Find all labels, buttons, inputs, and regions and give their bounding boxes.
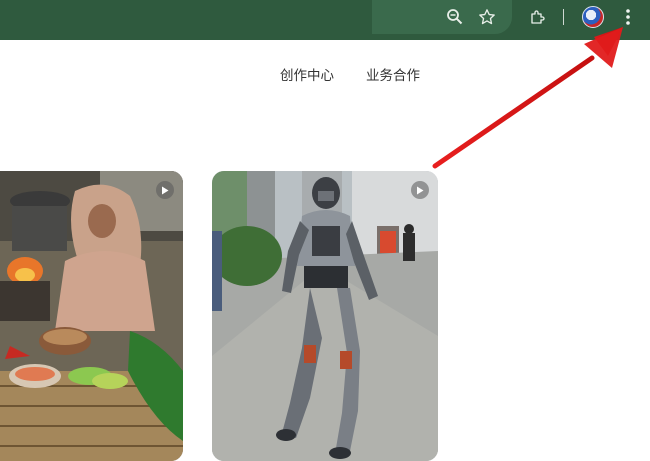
puzzle-icon[interactable] bbox=[527, 6, 549, 28]
video-card-cooking[interactable] bbox=[0, 171, 183, 461]
nav-link-business-cooperation[interactable]: 业务合作 bbox=[366, 64, 420, 84]
vertical-dots-icon[interactable] bbox=[617, 6, 639, 28]
zoom-icon[interactable] bbox=[444, 6, 466, 28]
toolbar-divider bbox=[563, 9, 564, 25]
play-icon bbox=[411, 181, 429, 199]
nav-link-creation-center[interactable]: 创作中心 bbox=[280, 64, 334, 84]
video-thumbnail-robot bbox=[212, 171, 438, 461]
video-card-robot[interactable] bbox=[212, 171, 438, 461]
play-icon bbox=[156, 181, 174, 199]
profile-avatar[interactable] bbox=[582, 6, 604, 28]
video-thumbnail-cooking bbox=[0, 171, 183, 461]
star-icon[interactable] bbox=[476, 6, 498, 28]
browser-toolbar bbox=[0, 0, 650, 40]
